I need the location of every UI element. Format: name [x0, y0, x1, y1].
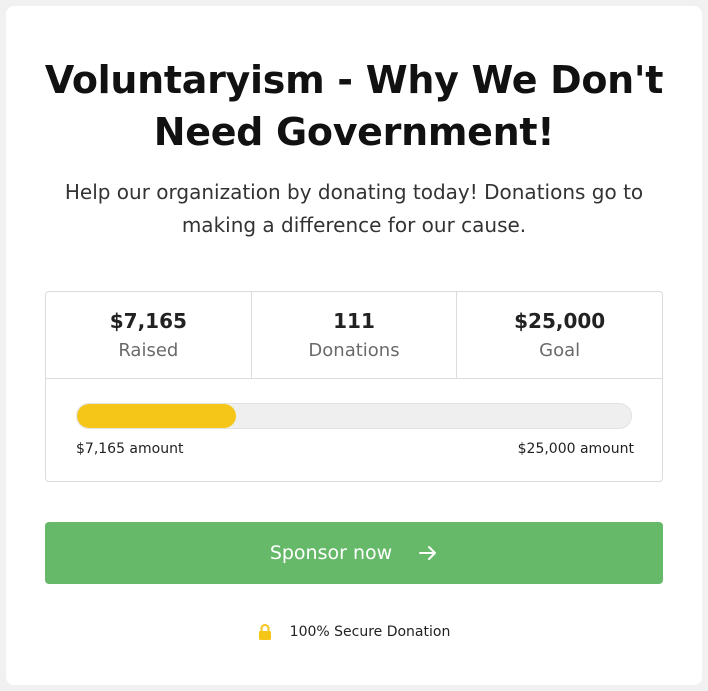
stat-goal-label: Goal — [539, 340, 581, 361]
stats-panel: $7,165 Raised 111 Donations $25,000 Goal… — [45, 291, 663, 482]
progress-bar — [76, 403, 632, 429]
progress-fill — [77, 404, 236, 428]
stat-goal: $25,000 Goal — [457, 292, 662, 378]
page-title: Voluntaryism - Why We Don't Need Governm… — [44, 58, 664, 154]
stat-donations: 111 Donations — [252, 292, 458, 378]
secure-donation-label: 100% Secure Donation — [289, 624, 451, 640]
arrow-right-icon — [418, 543, 438, 563]
stat-donations-value: 111 — [333, 309, 375, 333]
stat-goal-value: $25,000 — [514, 309, 606, 333]
stats-row: $7,165 Raised 111 Donations $25,000 Goal — [46, 292, 662, 379]
sponsor-now-label: Sponsor now — [269, 542, 393, 564]
page-subtitle: Help our organization by donating today!… — [64, 180, 644, 237]
donation-card: Voluntaryism - Why We Don't Need Governm… — [6, 6, 702, 685]
progress-goal-amount: $25,000 amount — [517, 441, 634, 457]
secure-donation-notice: 100% Secure Donation — [6, 624, 702, 640]
stat-raised: $7,165 Raised — [46, 292, 252, 378]
stat-raised-label: Raised — [118, 340, 179, 361]
progress-raised-amount: $7,165 amount — [76, 441, 184, 457]
sponsor-now-button[interactable]: Sponsor now — [45, 522, 663, 584]
stat-raised-value: $7,165 — [109, 309, 187, 333]
lock-icon — [258, 624, 272, 640]
stat-donations-label: Donations — [308, 340, 400, 361]
